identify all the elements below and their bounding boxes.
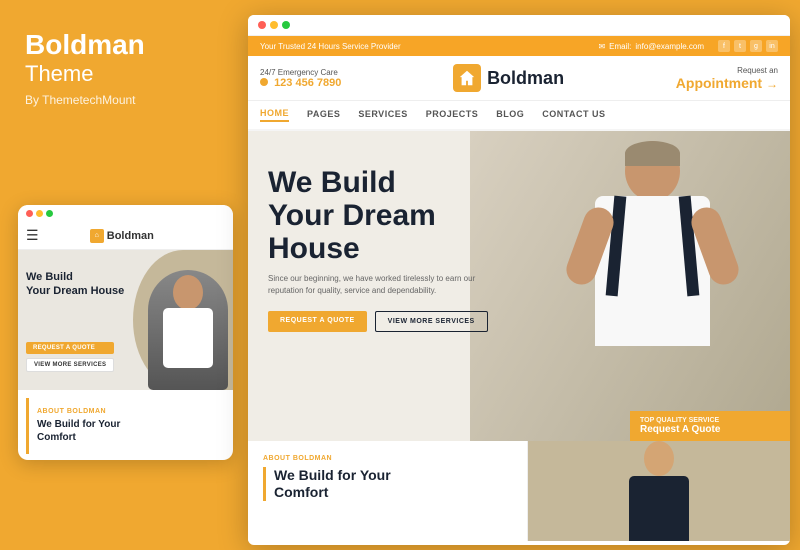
about-person-head [644,441,674,476]
mobile-mockup: ☰ ⌂ Boldman We Build Your Dream House RE… [18,205,233,460]
mobile-dot-red [26,210,33,217]
logo-text: Boldman [487,68,564,89]
mobile-header: ☰ ⌂ Boldman [18,222,233,250]
appointment-text: Appointment → [676,75,778,91]
desktop-nav: HOME PAGES SERVICES PROJECTS BLOG CONTAC… [248,101,790,131]
by-text: By ThemetechMount [25,93,215,107]
arrow-right-icon: → [766,77,778,91]
mobile-about-label: ABOUT BOLDMAN [37,408,217,415]
mobile-dot-green [46,210,53,217]
mobile-top-bar [18,205,233,222]
mobile-request-quote-button[interactable]: REQUEST A QUOTE [26,342,114,354]
email-icon: ✉ [598,42,605,51]
mobile-hero-buttons: REQUEST A QUOTE VIEW MORE SERVICES [26,342,114,372]
mobile-about-title: We Build for Your Comfort [37,418,217,444]
brand-name: Boldman [25,30,215,61]
mobile-dot-yellow [36,210,43,217]
mobile-logo-icon: ⌂ [90,229,104,243]
worker-hair [625,141,680,166]
desktop-mockup: Your Trusted 24 Hours Service Provider ✉… [248,15,790,545]
hamburger-icon: ☰ [26,227,39,244]
desktop-window-bar [248,15,790,36]
twitter-icon[interactable]: t [734,40,746,52]
left-panel: Boldman Theme By ThemetechMount ☰ ⌂ Bold… [0,0,240,550]
house-svg-icon [458,69,476,87]
window-dot-red [258,21,266,29]
nav-item-contact[interactable]: CONTACT US [542,109,605,121]
hero-worker [595,141,710,346]
logo-icon [453,64,481,92]
hero-title: We Build Your Dream House [268,166,528,265]
mobile-hero-title: We Build Your Dream House [26,270,124,299]
mobile-view-services-button[interactable]: VIEW MORE SERVICES [26,358,114,372]
email-value: info@example.com [635,42,704,51]
appointment-section: Request an Appointment → [676,66,778,91]
request-quote-banner: Top Quality Service Request A Quote [630,411,790,441]
window-dot-yellow [270,21,278,29]
about-title: We Build for Your Comfort [263,467,512,501]
email-label: Email: [609,42,631,51]
top-info-bar: Your Trusted 24 Hours Service Provider ✉… [248,36,790,56]
request-label: Request an [737,66,778,75]
emergency-label: 24/7 Emergency Care [260,68,341,77]
nav-item-blog[interactable]: BLOG [496,109,524,121]
phone-icon [260,78,268,86]
social-icons: f t g in [718,40,778,52]
about-section: ABOUT BOLDMAN We Build for Your Comfort [248,441,528,541]
rq-title: Request A Quote [640,424,780,435]
about-person-body [629,476,689,541]
mobile-hero-text: We Build Your Dream House [26,270,124,299]
hero-buttons: REQUEST A QUOTE VIEW MORE SERVICES [268,311,528,332]
desktop-hero: We Build Your Dream House Since our begi… [248,131,790,441]
mobile-hero-worker [148,270,228,390]
email-section: ✉ Email: info@example.com f t g in [598,40,778,52]
google-icon[interactable]: g [750,40,762,52]
nav-item-services[interactable]: SERVICES [358,109,407,121]
nav-item-pages[interactable]: PAGES [307,109,340,121]
emergency-section: 24/7 Emergency Care 123 456 7890 [260,68,341,89]
desktop-bottom: ABOUT BOLDMAN We Build for Your Comfort [248,441,790,541]
about-image [528,441,790,541]
desktop-header: 24/7 Emergency Care 123 456 7890 Boldman… [248,56,790,101]
request-quote-button[interactable]: REQUEST A QUOTE [268,311,367,332]
about-label: ABOUT BOLDMAN [263,455,512,462]
nav-item-projects[interactable]: PROJECTS [426,109,479,121]
mobile-logo-text: Boldman [107,230,154,242]
about-person [614,441,704,541]
window-dot-green [282,21,290,29]
mobile-hero: We Build Your Dream House REQUEST A QUOT… [18,250,233,390]
hero-content: We Build Your Dream House Since our begi… [268,166,528,332]
rq-label: Top Quality Service [640,417,780,424]
nav-item-home[interactable]: HOME [260,108,289,122]
trusted-text: Your Trusted 24 Hours Service Provider [260,42,401,51]
desktop-logo: Boldman [453,64,564,92]
hero-description: Since our beginning, we have worked tire… [268,273,488,297]
linkedin-icon[interactable]: in [766,40,778,52]
mobile-about-section: ABOUT BOLDMAN We Build for Your Comfort [26,398,225,454]
view-services-button[interactable]: VIEW MORE SERVICES [375,311,488,332]
mobile-logo: ⌂ Boldman [90,229,154,243]
facebook-icon[interactable]: f [718,40,730,52]
brand-subtitle: Theme [25,61,215,87]
emergency-phone: 123 456 7890 [260,77,341,89]
